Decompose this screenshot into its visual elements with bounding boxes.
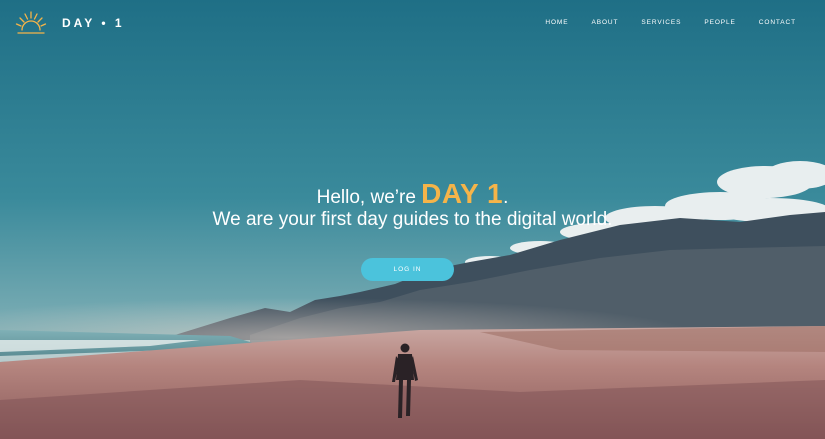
logo-text: DAY • 1 bbox=[62, 16, 125, 30]
hero-greeting: Hello, we’re DAY 1. bbox=[0, 178, 825, 210]
logo[interactable]: DAY • 1 bbox=[15, 10, 125, 36]
login-button[interactable]: LOG IN bbox=[361, 258, 454, 281]
greeting-brand: DAY 1 bbox=[421, 178, 504, 209]
sunrise-icon bbox=[15, 11, 47, 34]
greeting-prefix: Hello, we’re bbox=[316, 187, 422, 208]
nav-item-home[interactable]: HOME bbox=[545, 19, 568, 26]
nav-item-about[interactable]: ABOUT bbox=[591, 19, 618, 26]
hero-section: DAY • 1 HOME ABOUT SERVICES PEOPLE CONTA… bbox=[0, 0, 825, 439]
hero-tagline: We are your first day guides to the digi… bbox=[212, 209, 613, 230]
nav-item-services[interactable]: SERVICES bbox=[641, 19, 681, 26]
top-navigation: HOME ABOUT SERVICES PEOPLE CONTACT bbox=[522, 19, 796, 26]
nav-item-contact[interactable]: CONTACT bbox=[759, 19, 796, 26]
nav-item-people[interactable]: PEOPLE bbox=[704, 19, 735, 26]
greeting-suffix: . bbox=[503, 187, 509, 208]
